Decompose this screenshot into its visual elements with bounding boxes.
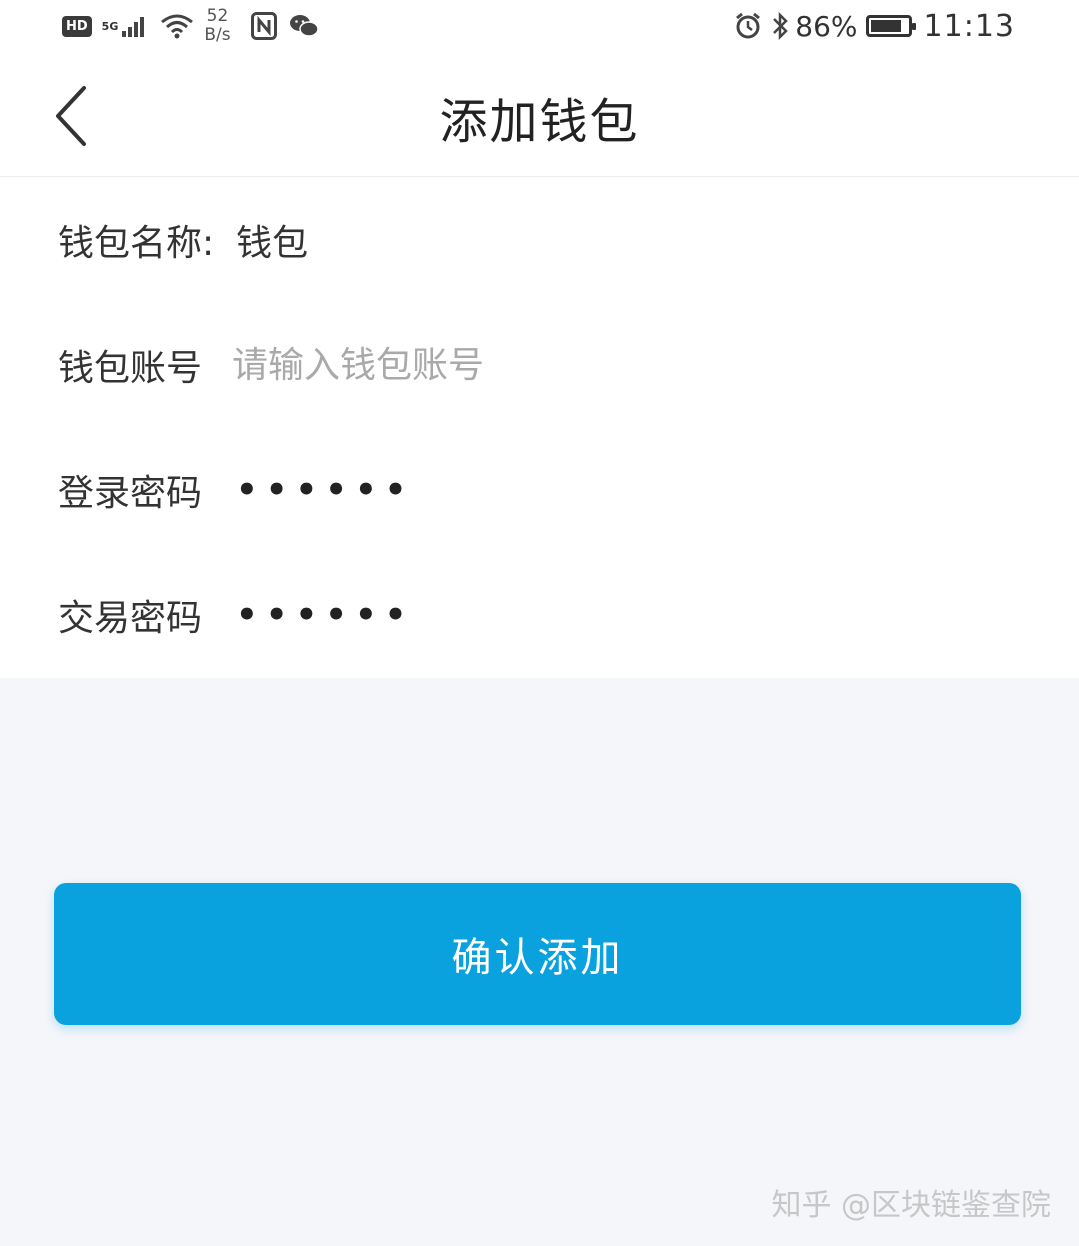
wechat-icon xyxy=(289,15,319,37)
wifi-icon xyxy=(161,14,194,39)
wallet-account-label: 钱包账号 xyxy=(58,348,203,389)
status-bar: HD 5G 52 B/s 86% 11:13 xyxy=(0,0,1079,52)
screen: HD 5G 52 B/s 86% 11:13 添加钱包 钱包名称: 钱包 钱包账… xyxy=(0,0,1079,1246)
network-type: 5G xyxy=(101,19,119,33)
wallet-name-value[interactable]: 钱包 xyxy=(236,214,308,266)
page-title: 添加钱包 xyxy=(439,94,640,150)
trade-password-label: 交易密码 xyxy=(58,598,203,639)
status-bar-left: HD 5G 52 B/s xyxy=(62,6,319,46)
trade-password-row: 交易密码 •••••• xyxy=(58,570,1039,660)
login-password-field[interactable]: •••••• xyxy=(236,470,414,510)
hd-badge: HD xyxy=(62,15,92,37)
clock: 11:13 xyxy=(923,8,1015,44)
speed-unit: B/s xyxy=(204,25,231,45)
login-password-label: 登录密码 xyxy=(58,473,203,514)
alarm-icon xyxy=(736,12,761,39)
nfc-icon xyxy=(250,12,277,40)
wallet-name-label: 钱包名称: xyxy=(58,223,215,264)
trade-password-field[interactable]: •••••• xyxy=(236,595,414,635)
speed-value: 52 xyxy=(206,6,229,26)
network-speed: 52 B/s xyxy=(204,7,230,45)
wallet-name-row: 钱包名称: 钱包 xyxy=(58,195,1039,285)
bluetooth-icon xyxy=(773,11,789,41)
watermark: 知乎 @区块链鉴查院 xyxy=(771,1188,1051,1223)
login-password-row: 登录密码 •••••• xyxy=(58,445,1039,535)
battery-percent: 86% xyxy=(795,9,858,43)
wallet-account-input[interactable] xyxy=(232,344,873,386)
wallet-account-row: 钱包账号 xyxy=(58,320,1039,410)
confirm-add-button[interactable]: 确认添加 xyxy=(54,883,1021,1025)
status-bar-right: 86% 11:13 xyxy=(733,6,1015,46)
signal-icon xyxy=(122,15,146,37)
battery-icon xyxy=(865,15,916,37)
wallet-form: 钱包名称: 钱包 钱包账号 登录密码 •••••• 交易密码 •••••• xyxy=(0,177,1079,678)
header: 添加钱包 xyxy=(0,52,1079,177)
battery-fill xyxy=(870,20,902,32)
